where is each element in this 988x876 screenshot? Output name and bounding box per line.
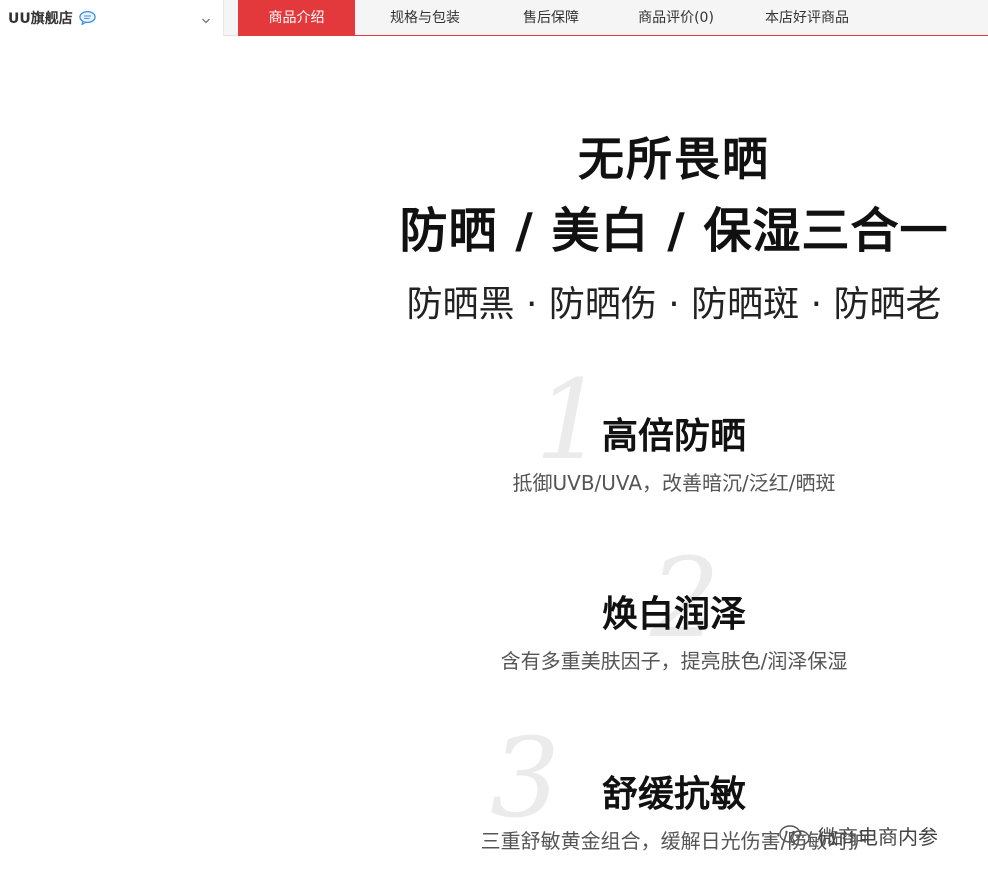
feature-block: 1 高倍防晒 抵御UVB/UVA，改善暗沉/泛红/晒斑 <box>360 365 988 496</box>
hero-subtitle: 防晒 / 美白 / 保湿三合一 <box>399 203 949 259</box>
chevron-down-icon[interactable] <box>201 11 211 24</box>
store-name[interactable]: UU旗舰店 <box>8 8 73 28</box>
chat-bubble-icon[interactable] <box>79 10 96 26</box>
product-description: 无所畏晒 防晒 / 美白 / 保湿三合一 防晒黑 · 防晒伤 · 防晒斑 · 防… <box>0 37 988 876</box>
watermark-text: 微商电商内参 <box>818 825 938 849</box>
store-selector[interactable]: UU旗舰店 <box>0 0 224 36</box>
hero-tagline: 防晒黑 · 防晒伤 · 防晒斑 · 防晒老 <box>406 284 942 325</box>
feature-desc: 含有多重美肤因子，提亮肤色/润泽保湿 <box>500 649 848 673</box>
tab-after-sales[interactable]: 售后保障 <box>495 0 607 36</box>
tab-product-intro[interactable]: 商品介绍 <box>238 0 355 36</box>
feature-title: 舒缓抗敏 <box>601 773 746 815</box>
wechat-icon <box>778 824 812 848</box>
tab-top-rated-products[interactable]: 本店好评商品 <box>745 0 869 36</box>
tab-underline <box>238 35 988 36</box>
feature-block: 2 焕白润泽 含有多重美肤因子，提亮肤色/润泽保湿 <box>360 543 988 674</box>
tab-reviews[interactable]: 商品评价(0) <box>607 0 745 36</box>
tab-specs-packaging[interactable]: 规格与包装 <box>355 0 495 36</box>
detail-tabs: 商品介绍 规格与包装 售后保障 商品评价(0) 本店好评商品 <box>238 0 869 36</box>
feature-title: 高倍防晒 <box>601 415 746 457</box>
feature-desc: 抵御UVB/UVA，改善暗沉/泛红/晒斑 <box>512 471 836 495</box>
product-tab-bar: UU旗舰店 商品介绍 规格与包装 售后保障 商品评价(0) 本店好评商品 <box>0 0 988 36</box>
feature-title: 焕白润泽 <box>601 593 746 635</box>
watermark: 微商电商内参 <box>778 821 938 850</box>
hero-title: 无所畏晒 <box>578 132 770 186</box>
